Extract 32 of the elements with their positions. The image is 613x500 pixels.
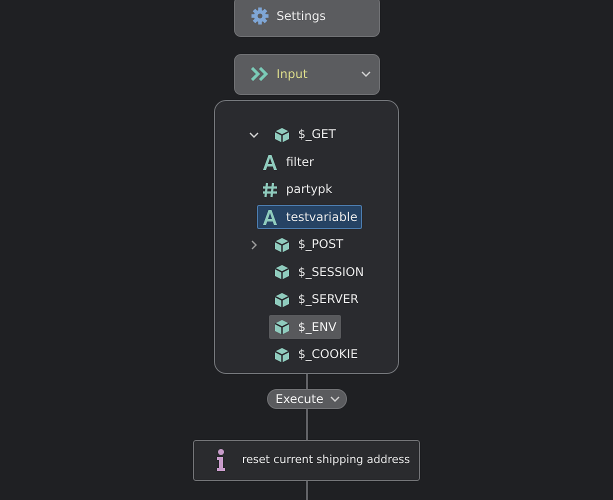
- cube-icon: [274, 126, 290, 143]
- tree-item[interactable]: filter: [257, 150, 319, 174]
- node-label: reset current shipping address: [242, 452, 410, 468]
- letter-a-icon: [262, 209, 278, 226]
- tree-item[interactable]: $_ENV: [269, 315, 342, 340]
- tree-item[interactable]: $_COOKIE: [269, 342, 363, 367]
- execute-button[interactable]: Execute: [266, 389, 346, 410]
- tree-item[interactable]: $_SERVER: [269, 288, 364, 312]
- tree-item[interactable]: testvariable: [257, 205, 362, 230]
- node-label: Settings: [276, 8, 326, 26]
- tree-item[interactable]: partypk: [257, 178, 338, 202]
- chevron-down-icon[interactable]: [249, 130, 259, 140]
- input-node[interactable]: Input: [234, 54, 380, 95]
- cube-icon: [274, 346, 290, 363]
- hash-icon: [262, 182, 278, 198]
- tree-item[interactable]: $_POST: [269, 232, 348, 257]
- action-node[interactable]: reset current shipping address: [193, 440, 420, 481]
- letter-a-icon: [262, 154, 278, 170]
- settings-node[interactable]: Settings: [234, 0, 380, 37]
- cube-icon: [274, 319, 290, 336]
- info-icon: [216, 449, 226, 472]
- double-chevron-icon: [250, 67, 268, 82]
- caret-icon: [360, 69, 370, 80]
- cube-icon: [274, 236, 290, 253]
- gear-icon: [250, 7, 268, 26]
- tree-item[interactable]: $_SESSION: [269, 260, 370, 284]
- cube-icon: [274, 264, 290, 280]
- caret-icon: [330, 394, 340, 404]
- chevron-right-icon[interactable]: [249, 240, 259, 250]
- tree-item[interactable]: $_GET: [269, 122, 341, 147]
- cube-icon: [274, 292, 290, 308]
- node-label: Input: [276, 66, 309, 84]
